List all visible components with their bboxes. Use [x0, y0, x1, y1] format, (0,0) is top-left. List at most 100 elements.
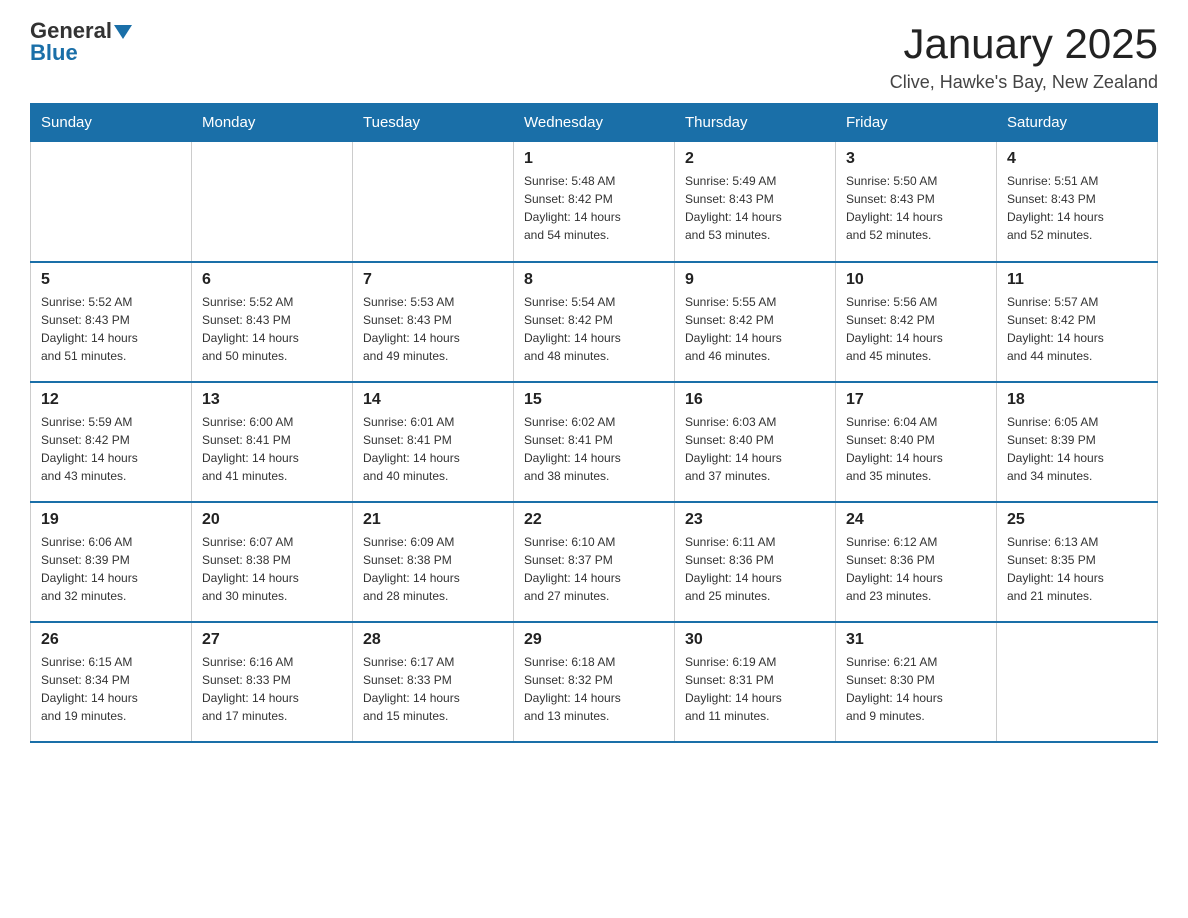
- day-number: 16: [685, 391, 825, 409]
- day-number: 17: [846, 391, 986, 409]
- weekday-header-tuesday: Tuesday: [353, 104, 514, 142]
- calendar-cell: 13 Sunrise: 6:00 AM Sunset: 8:41 PM Dayli…: [192, 382, 353, 502]
- calendar-cell: 7 Sunrise: 5:53 AM Sunset: 8:43 PM Daylig…: [353, 262, 514, 382]
- calendar-cell: 26 Sunrise: 6:15 AM Sunset: 8:34 PM Dayli…: [31, 622, 192, 742]
- day-info: Sunrise: 6:17 AM Sunset: 8:33 PM Dayligh…: [363, 653, 503, 725]
- day-info: Sunrise: 5:59 AM Sunset: 8:42 PM Dayligh…: [41, 413, 181, 485]
- day-info: Sunrise: 5:54 AM Sunset: 8:42 PM Dayligh…: [524, 293, 664, 365]
- calendar-cell: 8Sunrise: 5:54 AM Sunset: 8:42 PM Daylig…: [514, 262, 675, 382]
- calendar-cell: 9 Sunrise: 5:55 AM Sunset: 8:42 PM Daylig…: [675, 262, 836, 382]
- calendar-cell: 3 Sunrise: 5:50 AM Sunset: 8:43 PM Daylig…: [836, 142, 997, 262]
- day-info: Sunrise: 6:13 AM Sunset: 8:35 PM Dayligh…: [1007, 533, 1147, 605]
- weekday-header-sunday: Sunday: [31, 104, 192, 142]
- weekday-header-thursday: Thursday: [675, 104, 836, 142]
- calendar-cell: 28 Sunrise: 6:17 AM Sunset: 8:33 PM Dayli…: [353, 622, 514, 742]
- day-info: Sunrise: 6:03 AM Sunset: 8:40 PM Dayligh…: [685, 413, 825, 485]
- calendar-table: SundayMondayTuesdayWednesdayThursdayFrid…: [30, 103, 1158, 743]
- day-number: 27: [202, 631, 342, 649]
- page-header: General Blue January 2025 Clive, Hawke's…: [30, 20, 1158, 93]
- day-number: 22: [524, 511, 664, 529]
- calendar-cell: 6Sunrise: 5:52 AM Sunset: 8:43 PM Daylig…: [192, 262, 353, 382]
- day-info: Sunrise: 6:15 AM Sunset: 8:34 PM Dayligh…: [41, 653, 181, 725]
- calendar-week-2: 5Sunrise: 5:52 AM Sunset: 8:43 PM Daylig…: [31, 262, 1158, 382]
- calendar-week-4: 19 Sunrise: 6:06 AM Sunset: 8:39 PM Dayli…: [31, 502, 1158, 622]
- calendar-cell: 22 Sunrise: 6:10 AM Sunset: 8:37 PM Dayli…: [514, 502, 675, 622]
- day-number: 25: [1007, 511, 1147, 529]
- day-info: Sunrise: 6:16 AM Sunset: 8:33 PM Dayligh…: [202, 653, 342, 725]
- day-info: Sunrise: 5:49 AM Sunset: 8:43 PM Dayligh…: [685, 172, 825, 244]
- day-info: Sunrise: 5:53 AM Sunset: 8:43 PM Dayligh…: [363, 293, 503, 365]
- day-info: Sunrise: 6:02 AM Sunset: 8:41 PM Dayligh…: [524, 413, 664, 485]
- weekday-header-monday: Monday: [192, 104, 353, 142]
- day-info: Sunrise: 5:56 AM Sunset: 8:42 PM Dayligh…: [846, 293, 986, 365]
- location-title: Clive, Hawke's Bay, New Zealand: [890, 72, 1158, 93]
- day-info: Sunrise: 6:00 AM Sunset: 8:41 PM Dayligh…: [202, 413, 342, 485]
- day-number: 13: [202, 391, 342, 409]
- calendar-cell: 29Sunrise: 6:18 AM Sunset: 8:32 PM Dayli…: [514, 622, 675, 742]
- day-number: 28: [363, 631, 503, 649]
- calendar-body: 1Sunrise: 5:48 AM Sunset: 8:42 PM Daylig…: [31, 142, 1158, 742]
- day-info: Sunrise: 5:55 AM Sunset: 8:42 PM Dayligh…: [685, 293, 825, 365]
- calendar-cell: 24Sunrise: 6:12 AM Sunset: 8:36 PM Dayli…: [836, 502, 997, 622]
- day-number: 9: [685, 271, 825, 289]
- day-info: Sunrise: 6:09 AM Sunset: 8:38 PM Dayligh…: [363, 533, 503, 605]
- calendar-cell: 15Sunrise: 6:02 AM Sunset: 8:41 PM Dayli…: [514, 382, 675, 502]
- calendar-cell: 2 Sunrise: 5:49 AM Sunset: 8:43 PM Daylig…: [675, 142, 836, 262]
- calendar-cell: 17 Sunrise: 6:04 AM Sunset: 8:40 PM Dayli…: [836, 382, 997, 502]
- day-number: 3: [846, 150, 986, 168]
- day-info: Sunrise: 5:52 AM Sunset: 8:43 PM Dayligh…: [41, 293, 181, 365]
- weekday-header-friday: Friday: [836, 104, 997, 142]
- day-info: Sunrise: 6:19 AM Sunset: 8:31 PM Dayligh…: [685, 653, 825, 725]
- weekday-header-row: SundayMondayTuesdayWednesdayThursdayFrid…: [31, 104, 1158, 142]
- calendar-cell: 16 Sunrise: 6:03 AM Sunset: 8:40 PM Dayli…: [675, 382, 836, 502]
- calendar-cell: 11 Sunrise: 5:57 AM Sunset: 8:42 PM Dayli…: [997, 262, 1158, 382]
- day-number: 6: [202, 271, 342, 289]
- logo-general: General: [30, 20, 112, 42]
- logo: General Blue: [30, 20, 132, 64]
- day-number: 31: [846, 631, 986, 649]
- logo-triangle-icon: [114, 25, 132, 39]
- calendar-cell: 31 Sunrise: 6:21 AM Sunset: 8:30 PM Dayli…: [836, 622, 997, 742]
- day-info: Sunrise: 6:10 AM Sunset: 8:37 PM Dayligh…: [524, 533, 664, 605]
- calendar-cell: 18Sunrise: 6:05 AM Sunset: 8:39 PM Dayli…: [997, 382, 1158, 502]
- weekday-header-saturday: Saturday: [997, 104, 1158, 142]
- day-info: Sunrise: 6:18 AM Sunset: 8:32 PM Dayligh…: [524, 653, 664, 725]
- day-info: Sunrise: 6:04 AM Sunset: 8:40 PM Dayligh…: [846, 413, 986, 485]
- calendar-cell: 5Sunrise: 5:52 AM Sunset: 8:43 PM Daylig…: [31, 262, 192, 382]
- day-info: Sunrise: 5:57 AM Sunset: 8:42 PM Dayligh…: [1007, 293, 1147, 365]
- day-info: Sunrise: 5:51 AM Sunset: 8:43 PM Dayligh…: [1007, 172, 1147, 244]
- day-number: 21: [363, 511, 503, 529]
- day-number: 19: [41, 511, 181, 529]
- day-number: 18: [1007, 391, 1147, 409]
- calendar-cell: [31, 142, 192, 262]
- day-number: 11: [1007, 271, 1147, 289]
- calendar-week-3: 12 Sunrise: 5:59 AM Sunset: 8:42 PM Dayli…: [31, 382, 1158, 502]
- day-number: 12: [41, 391, 181, 409]
- calendar-cell: 20 Sunrise: 6:07 AM Sunset: 8:38 PM Dayli…: [192, 502, 353, 622]
- logo-blue: Blue: [30, 42, 78, 64]
- day-info: Sunrise: 5:50 AM Sunset: 8:43 PM Dayligh…: [846, 172, 986, 244]
- day-info: Sunrise: 6:12 AM Sunset: 8:36 PM Dayligh…: [846, 533, 986, 605]
- calendar-cell: 14Sunrise: 6:01 AM Sunset: 8:41 PM Dayli…: [353, 382, 514, 502]
- day-info: Sunrise: 6:11 AM Sunset: 8:36 PM Dayligh…: [685, 533, 825, 605]
- day-number: 26: [41, 631, 181, 649]
- calendar-header: SundayMondayTuesdayWednesdayThursdayFrid…: [31, 104, 1158, 142]
- day-info: Sunrise: 6:06 AM Sunset: 8:39 PM Dayligh…: [41, 533, 181, 605]
- calendar-cell: 21 Sunrise: 6:09 AM Sunset: 8:38 PM Dayli…: [353, 502, 514, 622]
- day-info: Sunrise: 5:48 AM Sunset: 8:42 PM Dayligh…: [524, 172, 664, 244]
- calendar-cell: 25 Sunrise: 6:13 AM Sunset: 8:35 PM Dayli…: [997, 502, 1158, 622]
- calendar-cell: [353, 142, 514, 262]
- month-title: January 2025: [890, 20, 1158, 68]
- calendar-cell: 10Sunrise: 5:56 AM Sunset: 8:42 PM Dayli…: [836, 262, 997, 382]
- day-number: 2: [685, 150, 825, 168]
- day-number: 23: [685, 511, 825, 529]
- day-number: 7: [363, 271, 503, 289]
- calendar-week-5: 26 Sunrise: 6:15 AM Sunset: 8:34 PM Dayli…: [31, 622, 1158, 742]
- title-section: January 2025 Clive, Hawke's Bay, New Zea…: [890, 20, 1158, 93]
- day-info: Sunrise: 6:07 AM Sunset: 8:38 PM Dayligh…: [202, 533, 342, 605]
- day-number: 20: [202, 511, 342, 529]
- calendar-cell: 27 Sunrise: 6:16 AM Sunset: 8:33 PM Dayli…: [192, 622, 353, 742]
- day-info: Sunrise: 6:21 AM Sunset: 8:30 PM Dayligh…: [846, 653, 986, 725]
- calendar-cell: 12 Sunrise: 5:59 AM Sunset: 8:42 PM Dayli…: [31, 382, 192, 502]
- calendar-week-1: 1Sunrise: 5:48 AM Sunset: 8:42 PM Daylig…: [31, 142, 1158, 262]
